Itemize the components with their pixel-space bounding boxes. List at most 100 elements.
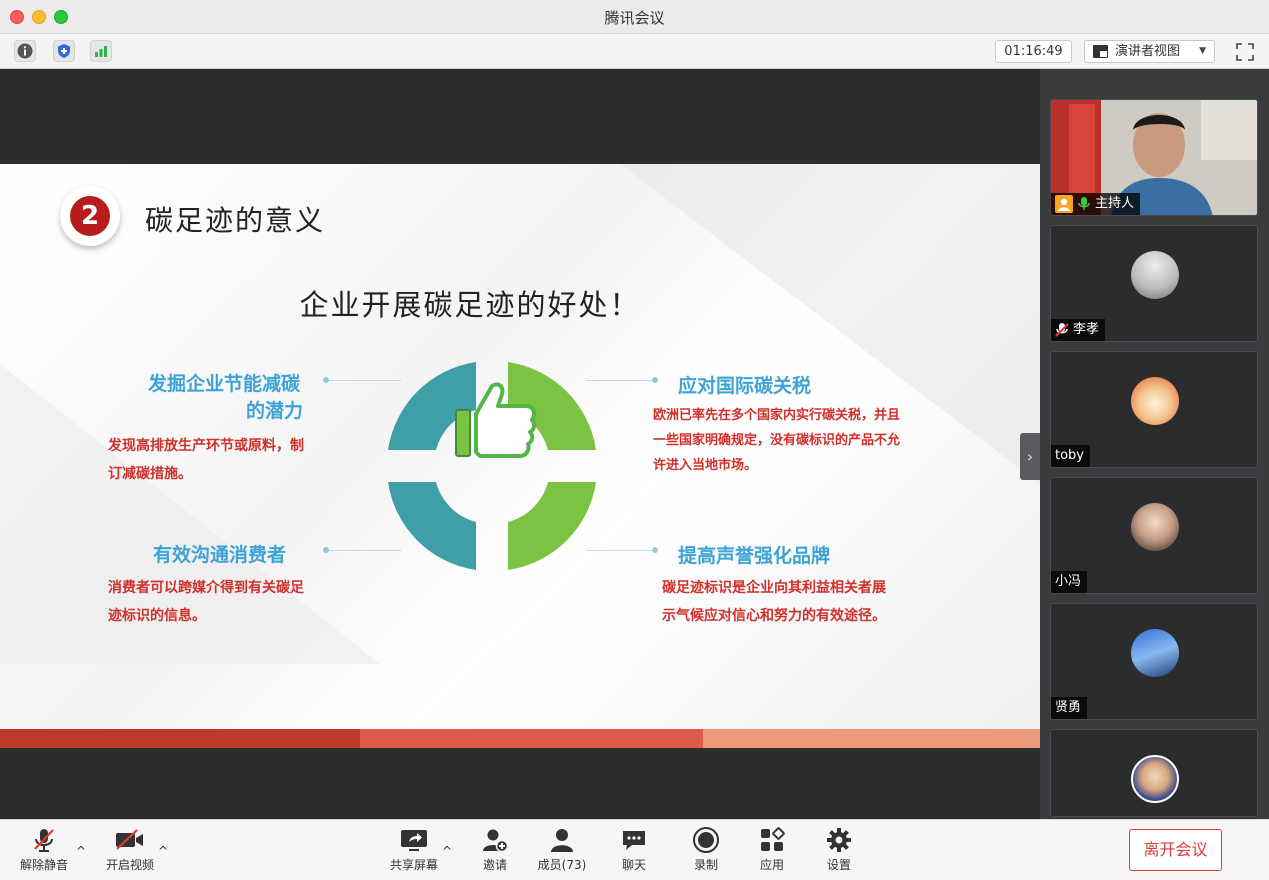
point-4-body-line2: 示气候应对信心和努力的有效途径。 bbox=[662, 608, 886, 624]
caret-up-icon: ^ bbox=[442, 844, 453, 858]
signal-bars-icon bbox=[95, 46, 107, 57]
window-title: 腾讯会议 bbox=[604, 9, 665, 27]
presentation-slide: 2 碳足迹的意义 企业开展碳足迹的好处！ 发掘企业节能减碳 的潜力 发现高排放生… bbox=[0, 164, 1040, 748]
connector-dot bbox=[652, 377, 658, 383]
point-1-heading-line1: 发掘企业节能减碳 bbox=[148, 373, 301, 395]
share-options-button[interactable]: ^ bbox=[442, 844, 452, 858]
info-icon bbox=[17, 43, 33, 59]
point-3-heading: 有效沟通消费者 bbox=[153, 544, 287, 566]
participant-name-tag: toby bbox=[1051, 445, 1090, 467]
mic-on-icon bbox=[1078, 197, 1090, 210]
avatar bbox=[1131, 755, 1179, 803]
point-1-body-line1: 发现高排放生产环节或原料，制 bbox=[108, 438, 304, 454]
members-button[interactable]: 成员(73) bbox=[536, 826, 588, 873]
apps-button[interactable]: 应用 bbox=[752, 826, 792, 873]
record-button[interactable]: 录制 bbox=[686, 826, 726, 873]
point-3-body-line2: 迹标识的信息。 bbox=[108, 608, 206, 624]
invite-button[interactable]: 邀请 bbox=[475, 826, 515, 873]
network-status-button[interactable] bbox=[90, 40, 112, 62]
connector-dot bbox=[652, 547, 658, 553]
title-bar: 腾讯会议 bbox=[0, 0, 1269, 34]
chevron-right-icon: › bbox=[1026, 447, 1034, 466]
host-badge-icon bbox=[1055, 195, 1073, 213]
meeting-timer: 01:16:49 bbox=[995, 40, 1072, 63]
chat-icon bbox=[623, 831, 645, 850]
unmute-button[interactable]: 解除静音 bbox=[18, 826, 70, 873]
participant-name: toby bbox=[1055, 448, 1084, 463]
settings-button[interactable]: 设置 bbox=[819, 826, 859, 873]
point-2-heading: 应对国际碳关税 bbox=[678, 375, 812, 397]
fullscreen-button[interactable] bbox=[1234, 41, 1256, 63]
slide-title: 碳足迹的意义 bbox=[145, 204, 326, 237]
shared-screen-area: 2 碳足迹的意义 企业开展碳足迹的好处！ 发掘企业节能减碳 的潜力 发现高排放生… bbox=[0, 69, 1040, 819]
participant-name: 贤勇 bbox=[1055, 700, 1082, 715]
participant-name-tag: 贤勇 bbox=[1051, 697, 1088, 719]
invite-user-icon bbox=[483, 829, 509, 853]
slide-subtitle: 企业开展碳足迹的好处！ bbox=[299, 288, 641, 322]
record-label: 录制 bbox=[693, 858, 718, 872]
participant-name-tag: 李孝 bbox=[1051, 319, 1106, 341]
caret-down-icon: ▼ bbox=[1199, 46, 1206, 56]
share-screen-label: 共享屏幕 bbox=[389, 858, 438, 872]
apps-grid-icon bbox=[761, 827, 785, 851]
chat-label: 聊天 bbox=[621, 858, 646, 872]
speaker-view-icon bbox=[1093, 45, 1108, 58]
caret-up-icon: ^ bbox=[158, 844, 169, 858]
view-mode-label: 演讲者视图 bbox=[1115, 44, 1181, 59]
members-icon bbox=[551, 829, 573, 852]
share-screen-button[interactable]: 共享屏幕 bbox=[388, 826, 440, 873]
avatar bbox=[1131, 503, 1179, 551]
participant-name: 李孝 bbox=[1073, 322, 1100, 337]
meeting-info-button[interactable] bbox=[14, 40, 36, 62]
fullscreen-icon bbox=[1236, 43, 1254, 61]
leave-meeting-button[interactable]: 离开会议 bbox=[1129, 829, 1222, 871]
members-label: 成员(73) bbox=[537, 858, 587, 872]
point-2-body-line2: 一些国家明确规定，没有碳标识的产品不允 bbox=[653, 433, 901, 448]
avatar bbox=[1131, 377, 1179, 425]
shield-icon bbox=[58, 44, 70, 58]
participant-name: 主持人 bbox=[1095, 196, 1135, 211]
participant-tile-host[interactable]: 主持人 bbox=[1050, 99, 1258, 216]
point-4-body-line1: 碳足迹标识是企业向其利益相关者展 bbox=[662, 580, 886, 596]
slide-number: 2 bbox=[70, 196, 110, 236]
video-off-icon bbox=[116, 829, 143, 850]
apps-label: 应用 bbox=[759, 858, 784, 872]
avatar bbox=[1131, 251, 1179, 299]
point-2-body-line1: 欧洲已率先在多个国家内实行碳关税，并且 bbox=[653, 408, 901, 423]
point-2-body-line3: 许进入当地市场。 bbox=[653, 458, 758, 473]
collapse-panel-button[interactable]: › bbox=[1020, 433, 1040, 480]
participant-name-tag: 小冯 bbox=[1051, 571, 1088, 593]
participant-name: 小冯 bbox=[1055, 574, 1082, 589]
start-video-button[interactable]: 开启视频 bbox=[104, 826, 156, 873]
participant-tile[interactable]: toby bbox=[1050, 351, 1258, 468]
point-1-heading-line2: 的潜力 bbox=[246, 400, 304, 422]
participant-tile[interactable]: 贤勇 bbox=[1050, 603, 1258, 720]
security-button[interactable] bbox=[53, 40, 75, 62]
share-screen-icon bbox=[401, 830, 427, 851]
settings-label: 设置 bbox=[826, 858, 851, 872]
participant-tile[interactable]: 小冯 bbox=[1050, 477, 1258, 594]
audio-options-button[interactable]: ^ bbox=[76, 844, 86, 858]
slide-number-badge: 2 bbox=[60, 186, 120, 246]
meeting-control-bar: 解除静音 ^ 开启视频 ^ 共享屏幕 ^ 邀请 成员(73) 聊天 录制 应用 … bbox=[0, 819, 1269, 880]
caret-up-icon: ^ bbox=[76, 844, 87, 858]
participant-tile[interactable] bbox=[1050, 729, 1258, 817]
start-video-label: 开启视频 bbox=[105, 858, 154, 872]
slide-footer-stripe bbox=[0, 729, 360, 748]
video-options-button[interactable]: ^ bbox=[158, 844, 168, 858]
chat-button[interactable]: 聊天 bbox=[614, 826, 654, 873]
avatar bbox=[1131, 629, 1179, 677]
participants-panel: 主持人 李孝 toby 小冯 贤勇 bbox=[1040, 69, 1269, 819]
unmute-label: 解除静音 bbox=[19, 858, 68, 872]
record-icon bbox=[693, 827, 719, 853]
segmented-ring-graphic bbox=[388, 362, 596, 570]
participant-tile[interactable]: 李孝 bbox=[1050, 225, 1258, 342]
view-mode-select[interactable]: 演讲者视图 ▼ bbox=[1084, 40, 1215, 63]
mic-muted-icon bbox=[1055, 323, 1069, 337]
point-4-heading: 提高声誉强化品牌 bbox=[678, 545, 831, 567]
slide-footer-stripe bbox=[703, 729, 1040, 748]
slide-footer-stripe bbox=[360, 729, 703, 748]
mic-muted-icon bbox=[34, 829, 54, 852]
gear-icon bbox=[827, 828, 851, 852]
point-1-body-line2: 订减碳措施。 bbox=[108, 466, 192, 482]
